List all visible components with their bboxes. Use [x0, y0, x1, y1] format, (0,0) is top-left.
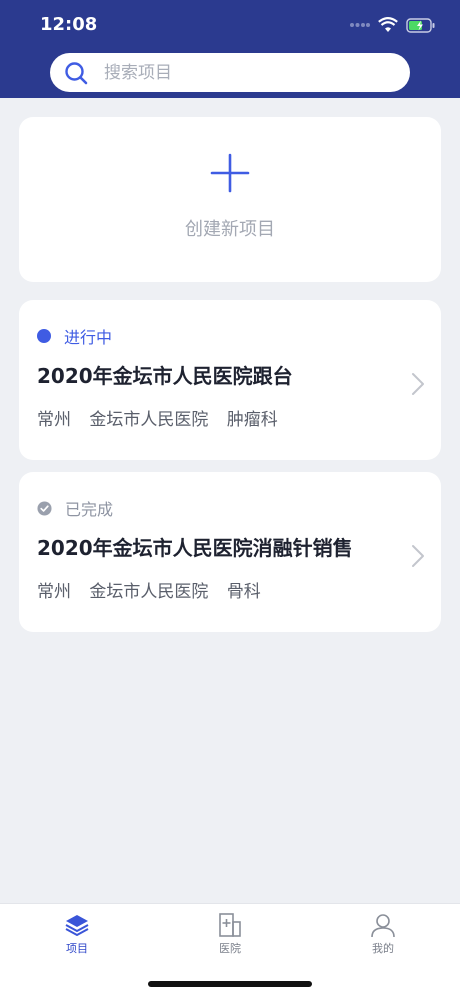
- person-icon: [371, 914, 395, 938]
- tab-mine-label: 我的: [372, 942, 394, 955]
- tab-projects[interactable]: 项目: [47, 912, 107, 960]
- create-project-label: 创建新项目: [185, 219, 275, 240]
- project-title: 2020年金坛市人民医院消融针销售: [37, 536, 353, 560]
- project-city: 常州: [37, 410, 71, 430]
- in-progress-dot-icon: [37, 329, 51, 343]
- status-time: 12:08: [40, 14, 98, 35]
- project-card[interactable]: 进行中 2020年金坛市人民医院跟台 常州 金坛市人民医院 肿瘤科: [19, 300, 441, 460]
- create-project-button[interactable]: 创建新项目: [19, 117, 441, 282]
- project-hospital: 金坛市人民医院: [89, 582, 209, 602]
- search-box[interactable]: [50, 53, 410, 92]
- wifi-icon: [378, 17, 398, 32]
- project-status: 进行中: [37, 326, 113, 347]
- chevron-right-icon: [412, 373, 424, 395]
- check-circle-icon: [37, 500, 52, 516]
- tab-mine[interactable]: 我的: [353, 912, 413, 960]
- project-hospital: 金坛市人民医院: [89, 410, 209, 430]
- app-header: 12:08: [0, 0, 460, 98]
- battery-icon: [406, 17, 435, 33]
- status-icons: [350, 14, 436, 36]
- project-city: 常州: [37, 582, 71, 602]
- plus-icon: [210, 153, 250, 193]
- project-meta: 常州 金坛市人民医院 肿瘤科: [37, 405, 278, 430]
- project-meta: 常州 金坛市人民医院 骨科: [37, 577, 261, 602]
- project-title: 2020年金坛市人民医院跟台: [37, 364, 293, 388]
- project-department: 肿瘤科: [226, 410, 278, 430]
- hospital-icon: [219, 913, 241, 937]
- chevron-right-icon: [412, 545, 424, 567]
- status-label: 已完成: [65, 500, 114, 519]
- tab-projects-label: 项目: [66, 942, 88, 955]
- project-status: 已完成: [37, 498, 114, 519]
- layers-icon: [65, 915, 89, 936]
- signal-icon: [350, 23, 370, 27]
- project-card[interactable]: 已完成 2020年金坛市人民医院消融针销售 常州 金坛市人民医院 骨科: [19, 472, 441, 632]
- status-label: 进行中: [64, 328, 113, 347]
- project-department: 骨科: [226, 582, 261, 602]
- home-indicator: [148, 981, 312, 987]
- search-icon: [65, 62, 88, 85]
- tab-hospitals[interactable]: 医院: [200, 912, 260, 960]
- tab-hospitals-label: 医院: [219, 942, 241, 955]
- search-input[interactable]: [104, 53, 394, 92]
